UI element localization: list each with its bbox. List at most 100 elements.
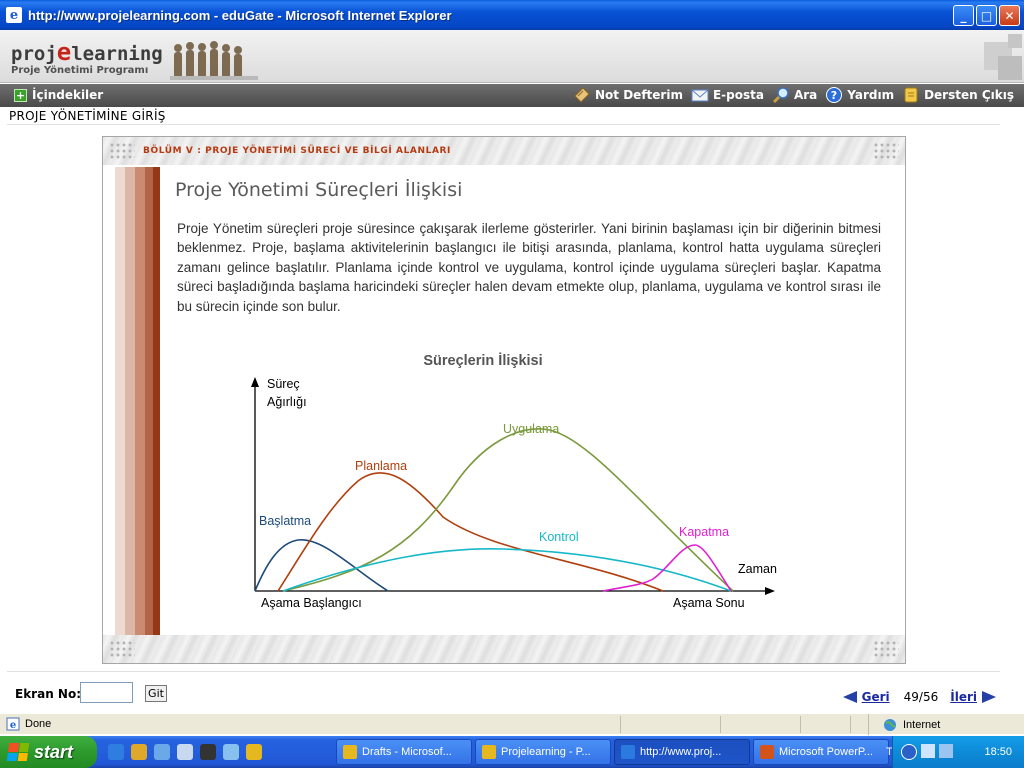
lesson-frame: BÖLÜM V : PROJE YÖNETİMİ SÜRECİ VE BİLGİ… (102, 136, 906, 664)
logo-subtitle: Proje Yönetimi Programı (11, 65, 149, 76)
notebook-icon (573, 86, 591, 104)
nav-email[interactable]: E-posta (691, 86, 764, 104)
chevron-left-icon[interactable] (901, 744, 917, 760)
divider (7, 124, 1000, 125)
stripe (135, 167, 145, 636)
email-icon (691, 86, 709, 104)
svg-text:?: ? (831, 89, 837, 102)
stripe (115, 167, 125, 636)
status-text: Done (25, 718, 52, 730)
task-label: http://www.proj... (640, 746, 722, 758)
next-link[interactable]: İleri (950, 690, 977, 704)
zone-text: Internet (903, 718, 941, 731)
x-axis-arrow-icon (765, 587, 775, 595)
dot-pattern-icon (109, 142, 135, 160)
plus-icon: + (14, 88, 27, 102)
logo-e: e (56, 38, 72, 66)
nav-label-notebook: Not Defterim (595, 88, 683, 102)
task-button[interactable]: Microsoft PowerP... (753, 739, 889, 765)
section-title: BÖLÜM V : PROJE YÖNETİMİ SÜRECİ VE BİLGİ… (143, 146, 452, 156)
site-logo: projelearning (11, 38, 163, 66)
x-start-label: Aşama Başlangıcı (261, 596, 362, 610)
status-separator (800, 716, 801, 733)
outlook-folder-icon (343, 745, 357, 759)
chart-title: Süreçlerin İlişkisi (423, 352, 542, 369)
task-button[interactable]: Drafts - Microsof... (336, 739, 472, 765)
globe-icon (884, 718, 896, 731)
nav-exit[interactable]: Dersten Çıkış (902, 86, 1014, 104)
y-axis-label-line2: Ağırlığı (267, 395, 307, 409)
nav-tools: Not Defterim E-posta Ara ? Yardım Derste… (573, 86, 1014, 104)
prev-link[interactable]: Geri (862, 690, 890, 704)
windows-logo-icon (6, 743, 30, 761)
media-player-icon[interactable] (131, 744, 147, 760)
x-end-label: Aşama Sonu (673, 596, 745, 610)
nav-search[interactable]: Ara (772, 86, 817, 104)
security-zone: Internet (868, 714, 1024, 735)
window-controls: _ □ ✕ (953, 5, 1020, 26)
series-label-baslatma: Başlatma (259, 514, 311, 528)
network-icon[interactable] (921, 744, 935, 758)
desktop-icon[interactable] (177, 744, 193, 760)
internet-explorer-icon (621, 745, 635, 759)
logo-suffix: learning (71, 43, 163, 65)
nav-label-exit: Dersten Çıkış (924, 88, 1014, 102)
nav-label-email: E-posta (712, 88, 764, 102)
tray-icons (901, 744, 953, 760)
internet-explorer-icon[interactable] (108, 744, 124, 760)
screen-number-input[interactable] (80, 682, 133, 703)
team-people-icon (170, 41, 258, 80)
toc-link[interactable]: + İçindekiler (14, 88, 103, 102)
task-button[interactable]: Projelearning - P... (475, 739, 611, 765)
status-separator (850, 716, 851, 733)
series-label-planlama: Planlama (355, 459, 407, 473)
screen-number-label: Ekran No: (15, 687, 81, 701)
page-icon: e (6, 717, 20, 731)
browser-statusbar: e Done Internet (0, 713, 1024, 735)
stripe (153, 167, 160, 636)
stripe (125, 167, 135, 636)
nav-label-help: Yardım (847, 88, 895, 102)
app-icon[interactable] (223, 744, 239, 760)
task-button-active[interactable]: http://www.proj... (614, 739, 750, 765)
folder-icon (482, 745, 496, 759)
svg-text:e: e (10, 720, 16, 731)
series-label-kapatma: Kapatma (679, 525, 729, 539)
exit-icon (902, 86, 920, 104)
x-axis-label: Zaman (738, 562, 777, 576)
series-label-kontrol: Kontrol (539, 530, 579, 544)
go-button[interactable]: Git (145, 685, 167, 702)
system-tray: 18:50 (892, 736, 1024, 768)
toc-label: İçindekiler (32, 88, 104, 102)
maximize-button[interactable]: □ (976, 5, 997, 26)
arrow-left-icon[interactable] (842, 691, 857, 703)
nav-label-search: Ara (793, 88, 818, 102)
taskbar-buttons: Drafts - Microsof... Projelearning - P..… (336, 739, 889, 765)
series-label-uygulama: Uygulama (503, 422, 559, 436)
lesson-title: Proje Yönetimi Süreçleri İlişkisi (175, 179, 463, 201)
start-label: start (34, 741, 74, 762)
start-button[interactable]: start (0, 736, 97, 768)
page-title: PROJE YÖNETİMİNE GİRİŞ (9, 109, 166, 123)
divider (7, 671, 1000, 672)
outlook-icon[interactable] (154, 744, 170, 760)
close-button[interactable]: ✕ (999, 5, 1020, 26)
status-left: e Done (6, 717, 51, 731)
volume-icon[interactable] (939, 744, 953, 758)
internet-explorer-icon: e (6, 7, 22, 23)
nav-notebook[interactable]: Not Defterim (573, 86, 683, 104)
nav-help[interactable]: ? Yardım (825, 86, 894, 104)
search-icon (772, 86, 790, 104)
dot-pattern-icon (873, 640, 899, 658)
task-label: Microsoft PowerP... (779, 746, 873, 758)
app-icon[interactable] (200, 744, 216, 760)
frame-bottom-band (103, 635, 905, 663)
arrow-right-icon[interactable] (982, 691, 996, 703)
minimize-button[interactable]: _ (953, 5, 974, 26)
app-icon[interactable] (246, 744, 262, 760)
window-titlebar[interactable]: e http://www.projelearning.com - eduGate… (0, 0, 1024, 30)
course-navbar: + İçindekiler Not Defterim E-posta Ara ? (0, 84, 1024, 107)
windows-taskbar: start Drafts - Microsof... Projelearning… (0, 736, 1024, 768)
logo-prefix: proj (11, 43, 57, 65)
window-title: http://www.projelearning.com - eduGate -… (28, 7, 452, 23)
